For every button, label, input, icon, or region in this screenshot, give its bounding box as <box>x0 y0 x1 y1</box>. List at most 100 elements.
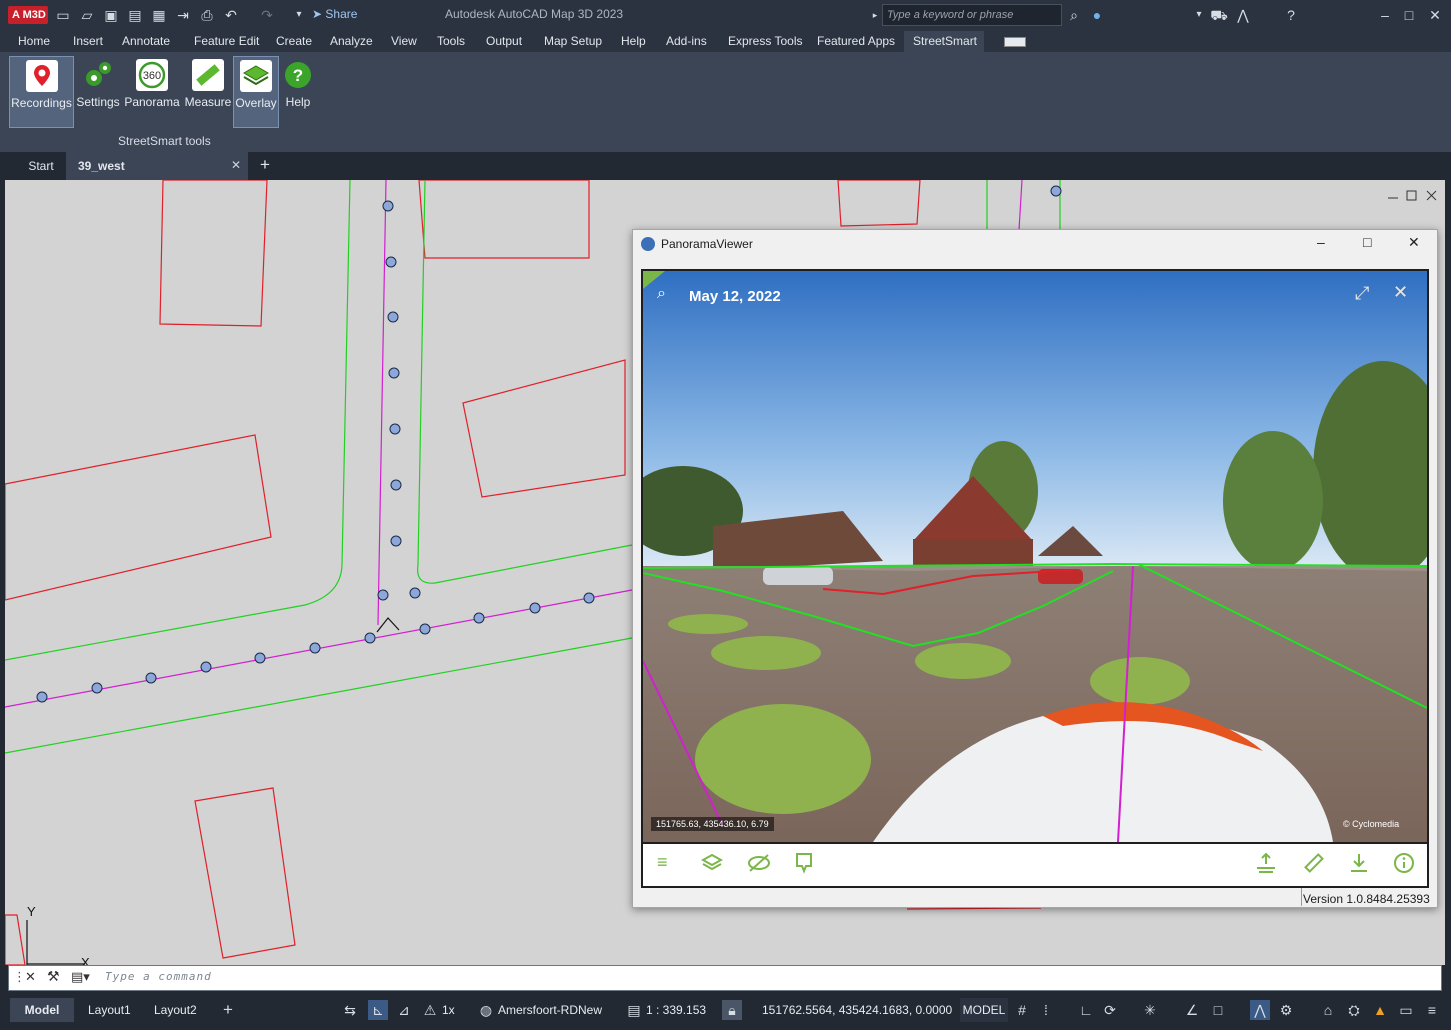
minimize-icon[interactable]: – <box>1374 4 1396 26</box>
measure-button[interactable]: Measure <box>183 56 233 128</box>
tab-tools[interactable]: Tools <box>437 34 465 48</box>
annotation-visibility-icon[interactable]: ⋀ <box>1250 1000 1270 1020</box>
tab-layout1[interactable]: Layout1 <box>88 1003 131 1017</box>
account-dropdown-icon[interactable]: ▾ <box>1190 6 1208 24</box>
drawing-scale[interactable]: 1 : 339.153 <box>646 1003 706 1017</box>
panorama-image[interactable]: ⌕ May 12, 2022 ⤢ ✕ 151765.63, 435436.10,… <box>641 269 1429 844</box>
drawing-scale-icon[interactable]: ▤ <box>624 1000 644 1020</box>
clean-screen-icon[interactable]: ▭ <box>1396 1000 1416 1020</box>
help-label: Help <box>285 95 311 109</box>
tab-layout2[interactable]: Layout2 <box>154 1003 197 1017</box>
help-icon[interactable]: ? <box>1282 6 1300 24</box>
osnap-icon[interactable]: ✳ <box>1140 1000 1160 1020</box>
workspace-gear-icon[interactable]: ⚙ <box>1276 1000 1296 1020</box>
export-icon[interactable]: ⇥ <box>174 6 192 24</box>
tab-model[interactable]: Model <box>10 998 74 1022</box>
info-icon[interactable] <box>1393 852 1415 877</box>
model-space-icon[interactable]: ⊾ <box>368 1000 388 1020</box>
tab-drawing[interactable]: 39_west <box>66 152 248 180</box>
cart-icon[interactable]: ⛟ <box>1210 6 1228 24</box>
tab-express-tools[interactable]: Express Tools <box>728 34 802 48</box>
pano-minimize-icon[interactable]: – <box>1317 234 1325 250</box>
undo-icon[interactable]: ↶ <box>222 6 240 24</box>
share-button[interactable]: ➤ Share <box>312 7 357 21</box>
search-input[interactable]: Type a keyword or phrase <box>882 4 1062 26</box>
isolate-icon[interactable]: ⌂ <box>1318 1000 1338 1020</box>
grid-icon[interactable]: # <box>1012 1000 1032 1020</box>
panorama-button[interactable]: 360 Panorama <box>123 56 181 128</box>
download-icon[interactable] <box>1349 852 1369 877</box>
tab-start[interactable]: Start <box>18 152 64 180</box>
tab-help[interactable]: Help <box>621 34 646 48</box>
tab-insert[interactable]: Insert <box>73 34 103 48</box>
pano-maximize-icon[interactable]: □ <box>1363 234 1371 250</box>
polar-icon[interactable]: ⟳ <box>1100 1000 1120 1020</box>
tab-home[interactable]: Home <box>18 34 50 48</box>
hide-overlay-icon[interactable] <box>747 853 771 876</box>
lock-icon[interactable]: 🔒︎ <box>722 1000 742 1020</box>
scale-icon[interactable]: ⊿ <box>394 1000 414 1020</box>
search-panorama-icon[interactable]: ⌕ <box>657 285 666 303</box>
command-input[interactable]: Type a command <box>105 970 212 983</box>
close-icon[interactable]: ✕ <box>1424 4 1446 26</box>
selection-cycling-icon[interactable]: □ <box>1208 1000 1228 1020</box>
tab-map-setup[interactable]: Map Setup <box>544 34 602 48</box>
new-tab-plus-icon[interactable]: + <box>260 155 270 175</box>
tab-create[interactable]: Create <box>276 34 312 48</box>
tab-view[interactable]: View <box>391 34 417 48</box>
user-icon[interactable]: ● <box>1088 6 1106 24</box>
save-as-icon[interactable]: ▤ <box>126 6 144 24</box>
search-icon[interactable]: ⌕ <box>1065 6 1083 24</box>
snap-icon[interactable]: ⁞ <box>1036 1000 1056 1020</box>
recordings-button[interactable]: Recordings <box>9 56 74 128</box>
tab-output[interactable]: Output <box>486 34 522 48</box>
menu-icon[interactable]: ≡ <box>657 852 668 873</box>
tab-close-icon[interactable]: ✕ <box>231 158 241 172</box>
layers-toggle-icon[interactable] <box>700 853 724 876</box>
print-icon[interactable]: ⎙ <box>198 6 216 24</box>
tab-annotate[interactable]: Annotate <box>122 34 170 48</box>
map-tools-icon[interactable]: ⛭ <box>1344 1000 1364 1020</box>
open-folder-icon[interactable]: ▱ <box>78 6 96 24</box>
globe-icon[interactable]: ◍ <box>476 1000 496 1020</box>
pano-close-icon[interactable]: ✕ <box>1408 234 1420 251</box>
tab-streetsmart[interactable]: StreetSmart <box>913 34 977 48</box>
ribbon-toggle-icon[interactable] <box>1004 37 1026 47</box>
annotation-scale[interactable]: 1x <box>442 1003 455 1017</box>
lineweight-icon[interactable]: ∠ <box>1182 1000 1202 1020</box>
autodesk-icon[interactable]: ⋀ <box>1234 6 1252 24</box>
save-icon[interactable]: ▣ <box>102 6 120 24</box>
customize-menu-icon[interactable]: ≡ <box>1422 1000 1442 1020</box>
tab-featured-apps[interactable]: Featured Apps <box>817 34 895 48</box>
recordings-label: Recordings <box>11 96 72 110</box>
measure-ruler-icon[interactable] <box>1303 852 1325 877</box>
cmd-customize-icon[interactable]: ⚒ <box>47 968 60 985</box>
streetsmart-help-button[interactable]: ? Help <box>281 56 315 128</box>
coordinate-system[interactable]: Amersfoort-RDNew <box>498 1003 602 1017</box>
transparency-icon[interactable]: ⇆ <box>340 1000 360 1020</box>
annotation-warning-icon[interactable]: ⚠ <box>420 1000 440 1020</box>
app-logo[interactable]: A M3D <box>8 6 48 24</box>
warning-icon[interactable]: ▲ <box>1370 1000 1390 1020</box>
tab-add-ins[interactable]: Add-ins <box>666 34 707 48</box>
ortho-icon[interactable]: ∟ <box>1076 1000 1096 1020</box>
expand-icon[interactable]: ⤢ <box>1355 283 1369 304</box>
cmd-history-icon[interactable]: ▤▾ <box>71 969 90 985</box>
tab-analyze[interactable]: Analyze <box>330 34 373 48</box>
pano-image-close-icon[interactable]: ✕ <box>1393 282 1408 303</box>
maximize-icon[interactable]: □ <box>1398 4 1420 26</box>
new-file-icon[interactable]: ▭ <box>54 6 72 24</box>
add-layout-icon[interactable]: + <box>218 1000 238 1020</box>
redo-icon[interactable]: ↷ <box>258 6 276 24</box>
publish-icon[interactable]: ▦ <box>150 6 168 24</box>
settings-button[interactable]: Settings <box>75 56 121 128</box>
tab-feature-edit[interactable]: Feature Edit <box>194 34 259 48</box>
panorama-viewer-window[interactable]: PanoramaViewer – □ ✕ ⌕ May 12, 2022 ⤢ ✕ … <box>632 229 1438 908</box>
marker-icon[interactable] <box>795 852 813 877</box>
overlay-button[interactable]: Overlay <box>233 56 279 128</box>
chevron-down-icon[interactable]: ▾ <box>290 6 308 24</box>
model-space-button[interactable]: MODEL <box>960 998 1008 1022</box>
elevation-icon[interactable] <box>1255 852 1277 877</box>
cmd-close-icon[interactable]: ✕ <box>25 969 36 985</box>
command-line[interactable]: ⋮ ✕ ⚒ ▤▾ Type a command <box>8 965 1442 991</box>
